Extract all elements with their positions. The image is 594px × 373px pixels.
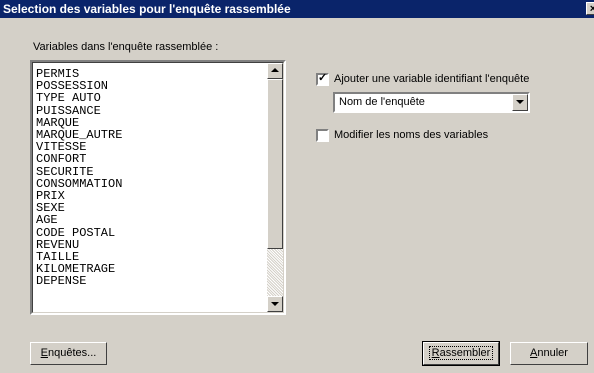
- surveys-mnemonic: E: [40, 347, 48, 359]
- cancel-label: nnuler: [537, 347, 568, 359]
- scroll-up-button[interactable]: [267, 63, 283, 79]
- list-item[interactable]: SECURITE: [36, 165, 122, 177]
- rename-variables-label[interactable]: Modifier les noms des variables: [334, 129, 488, 141]
- identifier-combo[interactable]: Nom de l'enquête: [333, 92, 530, 113]
- list-item[interactable]: CONFORT: [36, 153, 122, 165]
- window-title: Selection des variables pour l'enquête r…: [3, 2, 291, 16]
- list-item[interactable]: PUISSANCE: [36, 104, 122, 116]
- cancel-button[interactable]: Annuler: [510, 342, 588, 365]
- listbox-scrollbar[interactable]: [267, 63, 283, 312]
- identifier-combo-value: Nom de l'enquête: [339, 96, 425, 108]
- merge-focus: Rassembler: [428, 346, 494, 360]
- arrow-up-icon: [271, 68, 279, 72]
- surveys-button[interactable]: Enquêtes...: [30, 342, 107, 365]
- add-identifier-label[interactable]: Ajouter une variable identifiant l'enquê…: [334, 73, 529, 85]
- variables-listbox[interactable]: PERMIS POSSESSION TYPE AUTO PUISSANCE MARQUE…: [30, 60, 286, 315]
- list-item[interactable]: DEPENSE: [36, 275, 122, 287]
- chevron-down-icon: [516, 100, 524, 104]
- variables-list-label: Variables dans l'enquête rassemblée :: [33, 41, 219, 53]
- scrollbar-thumb[interactable]: [267, 79, 283, 249]
- rename-variables-checkbox[interactable]: [316, 129, 329, 142]
- close-icon: ×: [589, 3, 594, 15]
- add-identifier-checkbox[interactable]: ✓: [316, 73, 329, 86]
- surveys-label: nquêtes...: [48, 347, 97, 359]
- close-button[interactable]: ×: [586, 2, 594, 15]
- combo-dropdown-button[interactable]: [512, 94, 528, 111]
- variables-list: PERMIS POSSESSION TYPE AUTO PUISSANCE MARQUE…: [36, 68, 122, 288]
- list-item[interactable]: CODE POSTAL: [36, 226, 122, 238]
- merge-label: assembler: [439, 347, 491, 359]
- arrow-down-icon: [271, 302, 279, 306]
- merge-mnemonic: R: [431, 347, 440, 359]
- title-bar[interactable]: Selection des variables pour l'enquête r…: [0, 0, 594, 18]
- list-item[interactable]: TYPE AUTO: [36, 92, 122, 104]
- scroll-down-button[interactable]: [267, 296, 283, 312]
- checkmark-icon: ✓: [318, 72, 328, 84]
- merge-button[interactable]: Rassembler: [422, 341, 500, 366]
- list-item[interactable]: AGE: [36, 214, 122, 226]
